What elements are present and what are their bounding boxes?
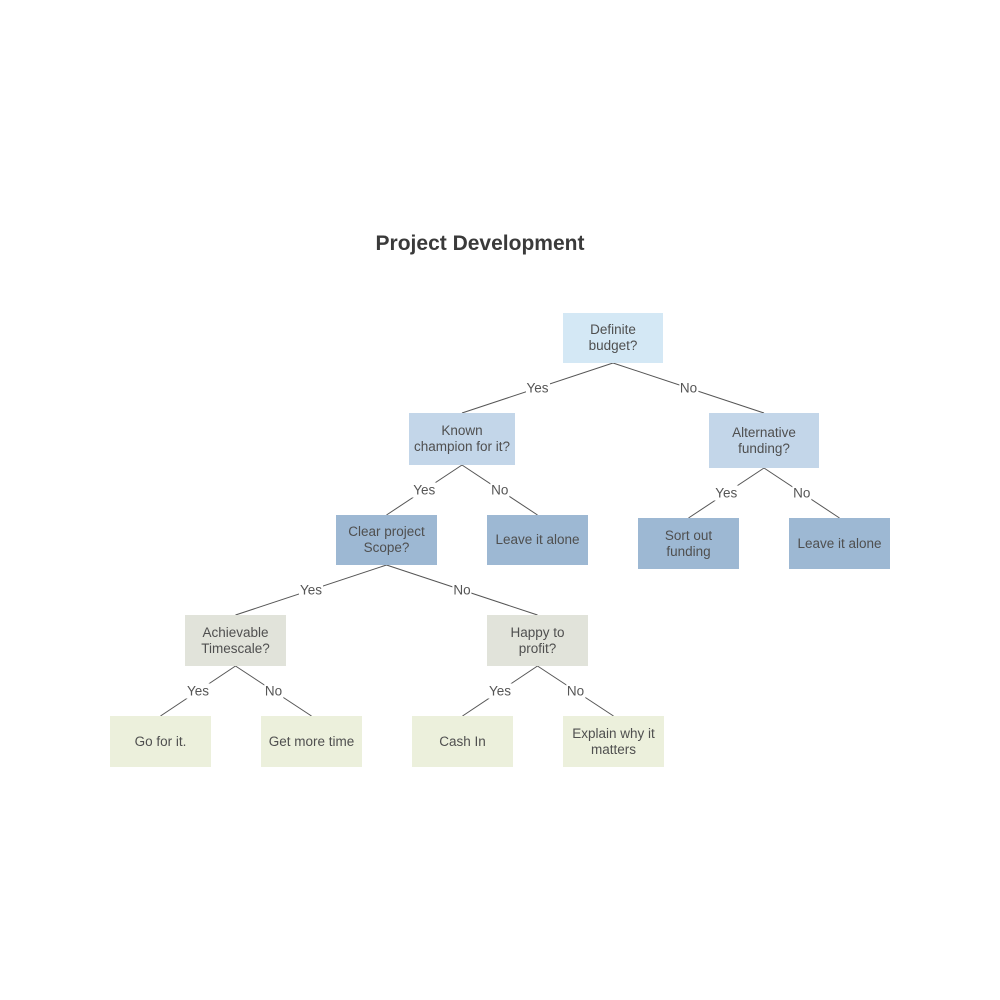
node-label: Leave it alone: [797, 535, 882, 551]
node-explain: Explain why it matters: [563, 716, 664, 767]
node-label: Definite budget?: [588, 322, 638, 353]
node-goforit: Go for it.: [110, 716, 211, 767]
node-label: Happy to profit?: [510, 624, 565, 656]
edge-label-no: No: [263, 683, 284, 699]
edge-label-no: No: [490, 482, 510, 498]
node-scope: Clear project Scope?: [336, 515, 437, 565]
edge-label-yes: Yes: [298, 582, 324, 598]
node-label: Known champion for it?: [413, 423, 511, 454]
node-moretime: Get more time: [261, 716, 362, 767]
edge-label-yes: Yes: [487, 683, 513, 699]
node-label: Achievable Timescale?: [201, 624, 270, 656]
node-champion: Known champion for it?: [409, 413, 515, 465]
node-profit: Happy to profit?: [487, 615, 588, 666]
node-label: Sort out funding: [664, 527, 713, 559]
edge-label-yes: Yes: [525, 380, 550, 396]
edge-label-yes: Yes: [714, 485, 739, 501]
node-label: Explain why it matters: [572, 725, 655, 757]
node-label: Clear project Scope?: [348, 524, 425, 555]
edge-label-yes: Yes: [412, 482, 437, 498]
edges-layer: [160, 362, 840, 717]
node-label: Get more time: [268, 733, 355, 749]
edge-label-no: No: [565, 683, 586, 699]
node-leave2: Leave it alone: [789, 518, 890, 569]
node-altfunding: Alternative funding?: [709, 413, 819, 468]
node-label: Alternative funding?: [732, 424, 796, 456]
node-sortfunding: Sort out funding: [638, 518, 739, 569]
node-leave1: Leave it alone: [487, 515, 588, 565]
edge-label-no: No: [792, 485, 812, 501]
node-root: Definite budget?: [563, 313, 663, 363]
edge-label-no: No: [678, 380, 699, 396]
node-cashin: Cash In: [412, 716, 513, 767]
edge-label-no: No: [452, 582, 472, 598]
node-timescale: Achievable Timescale?: [185, 615, 286, 666]
node-label: Go for it.: [134, 733, 187, 749]
node-label: Cash In: [439, 733, 486, 749]
node-label: Leave it alone: [495, 532, 580, 547]
edge-label-yes: Yes: [185, 683, 211, 699]
